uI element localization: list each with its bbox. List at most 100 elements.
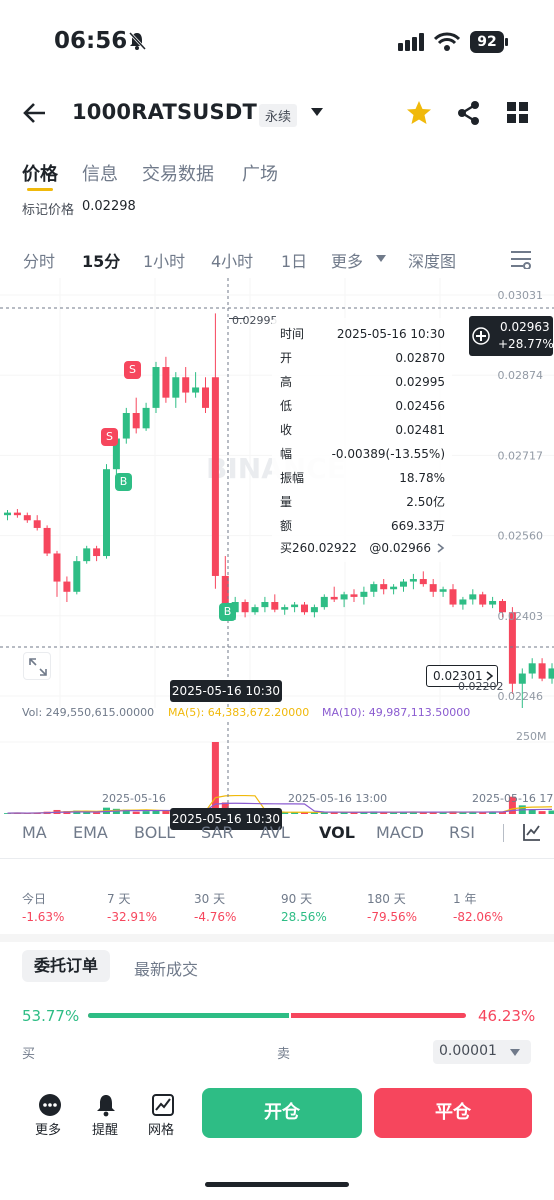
sell-column-label: 卖 xyxy=(277,1047,291,1062)
y-axis-label: 0.02246 xyxy=(498,690,544,703)
add-order-icon[interactable] xyxy=(472,327,490,345)
volume-chart[interactable] xyxy=(0,722,554,820)
candle-body xyxy=(172,377,180,398)
bell-alert-icon[interactable] xyxy=(94,1093,118,1117)
more-dots-icon[interactable] xyxy=(38,1093,62,1117)
tooltip-value: 18.78% xyxy=(399,471,445,485)
indicator-rsi[interactable]: RSI xyxy=(449,823,475,842)
grid-trading-icon[interactable] xyxy=(151,1093,175,1117)
indicator-ema[interactable]: EMA xyxy=(73,823,108,842)
tooltip-row: 幅 -0.00389(-13.55%) xyxy=(280,443,445,465)
depth-chart-tab[interactable]: 深度图 xyxy=(408,248,456,272)
sell-marker[interactable]: S xyxy=(101,428,118,446)
mute-bell-icon xyxy=(128,31,147,51)
last-price-tag[interactable]: 0.02963 +28.77% xyxy=(469,316,554,356)
clock: 06:56 xyxy=(54,28,128,54)
tooltip-key: 额 xyxy=(280,519,293,533)
candle-body xyxy=(281,607,289,610)
tooltip-row: 收 0.02481 xyxy=(280,419,445,441)
indicator-avl[interactable]: AVL xyxy=(260,823,290,842)
indicator-settings-icon[interactable] xyxy=(522,822,542,842)
candle-body xyxy=(291,604,299,608)
expand-icon xyxy=(29,658,47,676)
performance-label: 1 年 xyxy=(453,892,477,906)
ratio-bar-buy xyxy=(88,1013,292,1018)
candle-body xyxy=(528,663,536,674)
indicator-macd[interactable]: MACD xyxy=(376,823,424,842)
indicator-divider xyxy=(503,824,504,842)
buy-marker[interactable]: B xyxy=(115,473,132,491)
more-caret-icon[interactable] xyxy=(375,254,387,264)
candle-body xyxy=(370,584,378,592)
timeframe-1d[interactable]: 1日 xyxy=(281,248,307,272)
performance-label: 7 天 xyxy=(107,892,131,906)
timeframe-1h[interactable]: 1小时 xyxy=(143,248,185,272)
time-axis-label: 2025-05-16 13:00 xyxy=(288,792,388,805)
tooltip-value: 0.02481 xyxy=(395,423,445,437)
tooltip-key: 幅 xyxy=(280,447,293,461)
tooltip-key: 时间 xyxy=(280,327,305,341)
candle-body xyxy=(132,413,140,429)
performance-label: 今日 xyxy=(22,892,47,906)
open-position-button[interactable]: 开仓 xyxy=(202,1088,362,1138)
low-price-label: 0.02202 xyxy=(458,680,504,693)
candle-body xyxy=(152,367,160,408)
tab-price[interactable]: 价格 xyxy=(22,160,58,186)
candle-body xyxy=(390,586,398,590)
timeframe-time-share[interactable]: 分时 xyxy=(23,248,55,272)
symbol-title[interactable]: 1000RATSUSDT xyxy=(72,100,257,124)
precision-select[interactable]: 0.00001 xyxy=(433,1040,531,1064)
candle-body xyxy=(43,527,51,554)
candle-body xyxy=(489,600,497,605)
tab-trading-data[interactable]: 交易数据 xyxy=(142,160,214,186)
volume-bar xyxy=(538,811,546,814)
tab-orders[interactable]: 委托订单 xyxy=(22,950,110,982)
mark-price-value: 0.02298 xyxy=(82,199,136,214)
tab-latest-trades[interactable]: 最新成交 xyxy=(134,956,198,980)
candle-body xyxy=(330,596,338,600)
candle-body xyxy=(211,377,219,576)
nav-more-label[interactable]: 更多 xyxy=(35,1119,61,1138)
tooltip-value: 669.33万 xyxy=(391,519,445,533)
timeframe-more[interactable]: 更多 xyxy=(331,248,363,272)
indicator-sar[interactable]: SAR xyxy=(201,823,234,842)
share-icon[interactable] xyxy=(457,100,481,126)
indicator-ma[interactable]: MA xyxy=(22,823,47,842)
tooltip-key: 开 xyxy=(280,351,293,365)
indicator-vol[interactable]: VOL xyxy=(319,823,355,842)
nav-alert-label[interactable]: 提醒 xyxy=(92,1119,118,1138)
tooltip-row: 时间 2025-05-16 10:30 xyxy=(280,323,445,345)
chevron-right-icon[interactable] xyxy=(437,543,445,553)
nav-grid-label[interactable]: 网格 xyxy=(148,1119,174,1138)
candle-body xyxy=(162,367,170,398)
candle-body xyxy=(419,579,427,585)
back-arrow-icon[interactable] xyxy=(22,100,48,126)
ratio-bar xyxy=(88,1013,466,1018)
tooltip-key: 低 xyxy=(280,399,293,413)
layout-grid-icon[interactable] xyxy=(507,102,529,124)
home-indicator xyxy=(205,1182,349,1187)
tooltip-value: -0.00389(-13.55%) xyxy=(331,447,445,461)
star-favorite-icon[interactable] xyxy=(406,100,432,126)
tab-square[interactable]: 广场 xyxy=(242,160,278,186)
performance-label: 30 天 xyxy=(194,892,226,906)
battery-level: 92 xyxy=(470,31,504,53)
tab-active-indicator xyxy=(27,188,53,191)
sell-marker[interactable]: S xyxy=(124,361,141,379)
last-price-value: 0.02963 xyxy=(500,320,550,334)
fullscreen-button[interactable] xyxy=(23,652,51,680)
candle-body xyxy=(192,387,200,393)
indicator-boll[interactable]: BOLL xyxy=(134,823,175,842)
tooltip-value: 0.02456 xyxy=(395,399,445,413)
candle-body xyxy=(83,548,91,562)
buy-marker[interactable]: B xyxy=(219,603,236,621)
close-position-button[interactable]: 平仓 xyxy=(374,1088,532,1138)
timeframe-15m[interactable]: 15分 xyxy=(82,248,120,272)
candle-body xyxy=(409,579,417,582)
y-axis-label: 0.02874 xyxy=(498,369,544,382)
chart-settings-icon[interactable] xyxy=(510,249,532,269)
candle-body xyxy=(4,512,11,516)
timeframe-4h[interactable]: 4小时 xyxy=(211,248,253,272)
caret-down-icon[interactable] xyxy=(310,106,324,118)
tab-info[interactable]: 信息 xyxy=(82,160,118,186)
